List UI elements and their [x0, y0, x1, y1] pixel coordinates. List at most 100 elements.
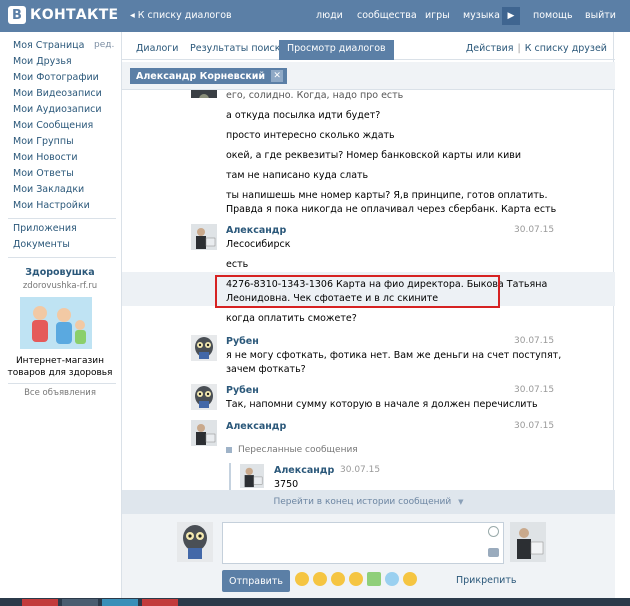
nav-communities[interactable]: сообщества [357, 10, 417, 21]
forwarded-text: 3750 [274, 479, 299, 490]
message-text: просто интересно сколько ждать [226, 130, 395, 141]
avatar[interactable] [191, 90, 217, 98]
emoji-laugh-icon[interactable] [313, 572, 327, 586]
sidebar-item-bookmarks[interactable]: Мои Закладки [13, 184, 84, 195]
sidebar-item-news[interactable]: Мои Новости [13, 152, 78, 163]
sidebar-divider [8, 257, 116, 258]
emoji-kiss-icon[interactable] [349, 572, 363, 586]
emoji-wink-icon[interactable] [331, 572, 345, 586]
message-author[interactable]: Рубен [226, 385, 259, 396]
message-author[interactable]: Рубен [226, 336, 259, 347]
message-input[interactable] [222, 522, 504, 564]
actions-link[interactable]: Действия [466, 43, 514, 54]
message-text: есть [226, 259, 249, 270]
compose-area: Отправить Прикрепить [122, 514, 615, 606]
vk-logo-text: КОНТАКТЕ [30, 7, 119, 23]
emoji-snowflake-icon[interactable] [385, 572, 399, 586]
sidebar-item-answers[interactable]: Мои Ответы [13, 168, 74, 179]
tab-dialog-view[interactable]: Просмотр диалогов [279, 40, 394, 60]
message-text: там не написано куда слать [226, 170, 369, 181]
message-text: Правда я пока никогда не оплачивал через… [226, 204, 557, 215]
forward-quote-line [229, 463, 231, 491]
jump-to-end-text: Перейти в конец истории сообщений [273, 497, 452, 507]
sidebar-item-videos[interactable]: Мои Видеозаписи [13, 88, 102, 99]
taskbar-item[interactable] [142, 599, 178, 606]
sidebar-item-audio[interactable]: Мои Аудиозаписи [13, 104, 102, 115]
close-icon[interactable]: ✕ [271, 70, 284, 82]
back-to-dialogs-link[interactable]: ◂ К списку диалогов [130, 10, 232, 21]
taskbar-item[interactable] [102, 599, 138, 606]
sidebar-item-apps[interactable]: Приложения [13, 223, 77, 234]
tab-search-results[interactable]: Результаты поиска [190, 43, 286, 54]
avatar[interactable] [191, 224, 217, 250]
sidebar-item-photos[interactable]: Мои Фотографии [13, 72, 99, 83]
peer-name: Александр Корневский [136, 70, 266, 82]
ad-site[interactable]: zdorovushka-rf.ru [0, 281, 120, 291]
sidebar-item-messages[interactable]: Мои Сообщения [13, 120, 93, 131]
sidebar-item-groups[interactable]: Мои Группы [13, 136, 74, 147]
nav-people[interactable]: люди [316, 10, 343, 21]
sidebar-divider [8, 218, 116, 219]
emoji-scared-icon[interactable] [403, 572, 417, 586]
nav-help[interactable]: помощь [533, 10, 573, 21]
jump-to-end-link[interactable]: Перейти в конец истории сообщений ▼ [122, 497, 615, 507]
tab-dialogs[interactable]: Диалоги [136, 43, 178, 54]
nav-games[interactable]: игры [425, 10, 450, 21]
sidebar-item-documents[interactable]: Документы [13, 239, 70, 250]
message-author[interactable]: Александр [226, 421, 286, 432]
edit-link[interactable]: ред. [94, 40, 114, 50]
camera-icon[interactable] [488, 548, 499, 557]
sidebar-divider [8, 383, 116, 384]
forward-icon [226, 447, 232, 453]
message-text: а откуда посылка идти будет? [226, 110, 381, 121]
top-bar: B КОНТАКТЕ ◂ К списку диалогов люди сооб… [0, 0, 630, 32]
avatar[interactable] [191, 335, 217, 361]
avatar[interactable] [191, 384, 217, 410]
smiley-icon[interactable] [488, 526, 499, 537]
emoji-smile-icon[interactable] [295, 572, 309, 586]
message-date: 30.07.15 [514, 225, 555, 235]
peer-bar: Александр Корневский ✕ [122, 62, 615, 90]
avatar[interactable] [240, 464, 264, 488]
tab-bar: Диалоги Результаты поиска Просмотр диало… [122, 40, 615, 60]
chevron-down-icon: ▼ [458, 498, 464, 506]
message-text: Так, напомни сумму которую в начале я до… [226, 399, 538, 410]
dialog-panel: Диалоги Результаты поиска Просмотр диало… [121, 32, 615, 606]
forwarded-author[interactable]: Александр [274, 465, 334, 476]
avatar[interactable] [191, 420, 217, 446]
message-text: я не могу сфоткать, фотика нет. Вам же д… [226, 350, 562, 361]
message-text: окей, а где реквезиты? Номер банковской … [226, 150, 522, 161]
message-text: зачем фоткать? [226, 364, 306, 375]
send-button[interactable]: Отправить [222, 570, 290, 592]
friends-list-link[interactable]: К списку друзей [525, 43, 607, 54]
sidebar-item-friends[interactable]: Мои Друзья [13, 56, 72, 67]
vk-logo-icon: B [8, 6, 26, 24]
message-text: Лесосибирск [226, 239, 291, 250]
taskbar-item[interactable] [22, 599, 58, 606]
highlight-annotation-box [215, 275, 500, 308]
emoji-train-icon[interactable] [367, 572, 381, 586]
message-text: его, солидно. Когда, надо про есть [226, 90, 404, 100]
message-text: ты напишешь мне номер карты? Я,в принцип… [226, 190, 548, 201]
sidebar-item-my-page[interactable]: Моя Страница [13, 40, 84, 51]
peer-chip[interactable]: Александр Корневский ✕ [130, 68, 288, 84]
nav-music[interactable]: музыка [463, 10, 500, 21]
message-author[interactable]: Александр [226, 225, 286, 236]
message-date: 30.07.15 [514, 421, 555, 431]
ad-image[interactable] [20, 297, 92, 349]
ad-text-line1[interactable]: Интернет-магазин [0, 355, 120, 367]
sidebar-item-settings[interactable]: Мои Настройки [13, 200, 90, 211]
taskbar-item[interactable] [62, 599, 98, 606]
ad-text-line2[interactable]: товаров для здоровья [0, 367, 120, 379]
all-ads-link[interactable]: Все объявления [0, 388, 120, 398]
my-avatar[interactable] [177, 522, 213, 562]
history-bar: Перейти в конец истории сообщений ▼ [122, 490, 615, 514]
ad-title[interactable]: Здоровушка [0, 267, 120, 278]
forwarded-date: 30.07.15 [340, 465, 381, 475]
nav-logout[interactable]: выйти [585, 10, 616, 21]
attach-link[interactable]: Прикрепить [456, 575, 516, 586]
os-taskbar [0, 598, 630, 606]
peer-avatar[interactable] [510, 522, 546, 562]
vk-logo[interactable]: B КОНТАКТЕ [8, 6, 118, 24]
play-icon[interactable]: ▶ [502, 7, 520, 25]
